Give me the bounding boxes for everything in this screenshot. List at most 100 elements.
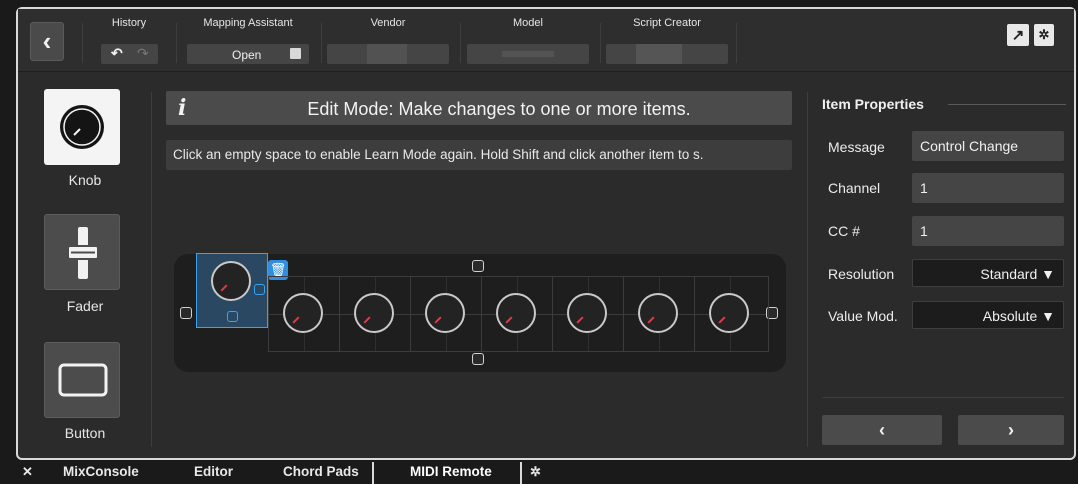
mapping-assistant-open-button[interactable]: Open [187,44,309,64]
knob-indicator [292,316,300,324]
knob-control[interactable] [283,293,323,333]
divider [82,23,83,63]
undo-icon[interactable]: ↶ [111,45,123,62]
palette-fader-label: Fader [66,298,104,314]
value-mode-label: Value Mod. [828,308,898,324]
knob-cell[interactable] [340,277,411,351]
history-controls: ↶ ↷ [101,44,158,64]
knob-cell[interactable] [269,277,340,351]
vendor-field[interactable] [327,44,449,64]
palette-fader[interactable] [44,214,120,290]
divider [600,23,601,63]
script-creator-group: Script Creator [603,17,731,67]
knob-indicator [718,316,726,324]
divider [460,23,461,63]
knob-control[interactable] [425,293,465,333]
knob-row [268,276,769,352]
resize-handle-bottom[interactable] [472,353,484,365]
controller-surface[interactable]: 🗑 [174,253,786,372]
fader-icon [67,227,99,279]
message-label: Message [828,139,885,155]
mapping-assistant-label: Mapping Assistant [203,17,293,29]
resolution-label: Resolution [828,266,895,282]
divider [822,397,1064,398]
close-lower-zone-button[interactable]: ✕ [22,464,33,480]
lower-zone-tabbar: ✕ MixConsole Editor Chord Pads MIDI Remo… [0,462,1078,484]
knob-indicator [505,316,513,324]
chevron-right-icon: › [1008,419,1014,440]
divider [151,92,152,447]
resolution-select[interactable]: Standard ▼ [912,259,1064,287]
button-icon [58,363,108,397]
vendor-value-placeholder [367,44,407,64]
hint-text: Click an empty space to enable Learn Mod… [173,147,704,162]
knob-control[interactable] [496,293,536,333]
value-mode-select[interactable]: Absolute ▼ [912,301,1064,329]
history-label: History [111,17,147,29]
settings-button[interactable]: ✲ [1034,24,1054,46]
model-field[interactable] [467,44,589,64]
mapping-open-label: Open [232,48,262,62]
divider [948,104,1066,105]
message-field[interactable]: Control Change [912,131,1064,161]
model-group: Model [464,17,592,67]
chevron-left-icon: ‹ [879,419,885,440]
script-creator-label: Script Creator [633,17,701,29]
history-group: History ↶ ↷ [96,17,162,67]
knob-control[interactable] [211,261,251,301]
edit-mode-banner: i Edit Mode: Make changes to one or more… [166,91,792,125]
open-external-button[interactable]: ↗ [1007,24,1029,46]
knob-indicator [576,316,584,324]
knob-indicator [647,316,655,324]
divider [736,23,737,63]
knob-cell[interactable] [411,277,482,351]
item-resize-handle-bottom[interactable] [227,311,238,322]
palette-knob-label: Knob [68,172,102,188]
resize-handle-top[interactable] [472,260,484,272]
divider [176,23,177,63]
item-resize-handle-right[interactable] [254,284,265,295]
element-palette: Knob Fader Button [18,72,152,456]
vendor-group: Vendor [324,17,452,67]
window-icon [290,48,301,59]
knob-indicator [220,284,228,292]
back-button[interactable]: ‹ [30,22,64,61]
channel-label: Channel [828,180,881,196]
tab-editor[interactable]: Editor [194,464,233,479]
knob-indicator [363,316,371,324]
knob-cell[interactable] [482,277,553,351]
hint-banner: Click an empty space to enable Learn Mod… [166,140,792,170]
palette-knob[interactable] [44,89,120,165]
arrow-up-right-icon: ↗ [1011,27,1025,44]
tab-midi-remote[interactable]: MIDI Remote [410,464,492,479]
info-icon: i [178,95,187,121]
knob-control[interactable] [709,293,749,333]
next-item-button[interactable]: › [958,415,1064,445]
toolbar: ‹ History ↶ ↷ Mapping Assistant Open Ven… [18,9,1074,72]
channel-field[interactable]: 1 [912,173,1064,203]
script-value-placeholder [636,44,682,64]
knob-control[interactable] [354,293,394,333]
knob-icon [60,105,104,149]
redo-icon[interactable]: ↷ [137,45,149,62]
knob-cell[interactable] [624,277,695,351]
cc-number-field[interactable]: 1 [912,216,1064,246]
knob-cell[interactable] [553,277,624,351]
knob-indicator [434,316,442,324]
selected-knob-item[interactable] [196,253,268,328]
palette-button[interactable] [44,342,120,418]
mapping-assistant-group: Mapping Assistant Open [184,17,312,67]
knob-control[interactable] [638,293,678,333]
midi-remote-window: ‹ History ↶ ↷ Mapping Assistant Open Ven… [16,7,1076,460]
script-creator-field[interactable] [606,44,728,64]
gear-icon: ✲ [1038,27,1050,42]
tab-chord-pads[interactable]: Chord Pads [283,464,359,479]
knob-cell[interactable] [695,277,766,351]
previous-item-button[interactable]: ‹ [822,415,942,445]
cc-number-label: CC # [828,223,860,239]
resize-handle-left[interactable] [180,307,192,319]
tab-settings-gear-icon[interactable]: ✲ [530,464,541,480]
vendor-label: Vendor [370,17,406,29]
knob-control[interactable] [567,293,607,333]
tab-mixconsole[interactable]: MixConsole [63,464,139,479]
